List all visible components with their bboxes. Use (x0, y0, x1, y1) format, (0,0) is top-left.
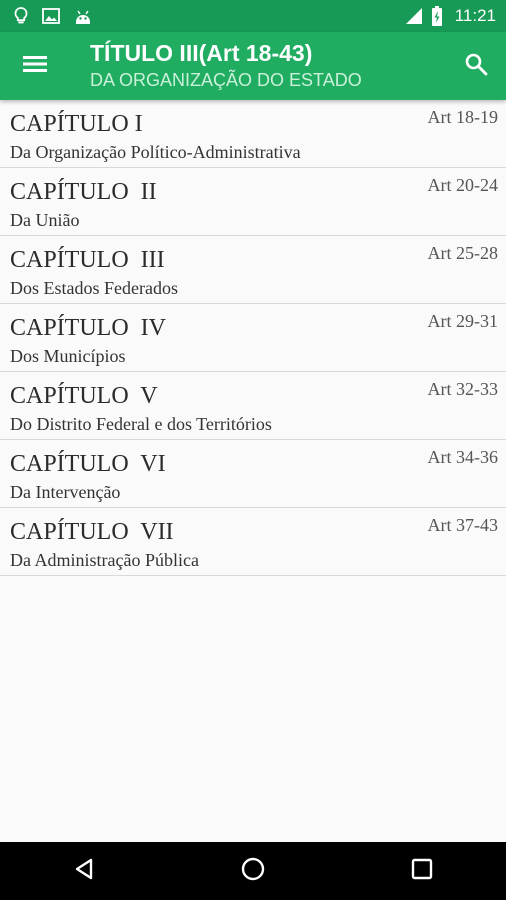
chapter-description: Da Intervenção (10, 482, 121, 502)
search-icon (464, 52, 488, 81)
chapter-item-i[interactable]: CAPÍTULO I Art 18-19 Da Organização Polí… (0, 100, 506, 168)
home-button[interactable] (223, 842, 283, 900)
chapter-title: CAPÍTULO II (10, 179, 157, 205)
chapter-description: Da Organização Político-Administrativa (10, 142, 301, 162)
page-subtitle: DA ORGANIZAÇÃO DO ESTADO (90, 70, 362, 90)
system-nav-bar (0, 842, 506, 900)
status-notification-icons (14, 7, 92, 25)
recents-button[interactable] (392, 842, 452, 900)
chapter-item-iv[interactable]: CAPÍTULO IV Art 29-31 Dos Municípios (0, 304, 506, 372)
title-block: TÍTULO III(Art 18-43) DA ORGANIZAÇÃO DO … (90, 38, 446, 91)
status-time: 11:21 (454, 6, 496, 25)
chapter-description: Do Distrito Federal e dos Territórios (10, 414, 272, 434)
chapter-description: Da União (10, 210, 80, 230)
chapter-description: Dos Estados Federados (10, 278, 178, 298)
chapter-title: CAPÍTULO IV (10, 315, 166, 341)
chapter-title: CAPÍTULO III (10, 247, 165, 273)
chapter-item-vi[interactable]: CAPÍTULO VI Art 34-36 Da Intervenção (0, 440, 506, 508)
chapter-title: CAPÍTULO VI (10, 451, 166, 477)
home-icon (240, 856, 266, 887)
chapter-item-ii[interactable]: CAPÍTULO II Art 20-24 Da União (0, 168, 506, 236)
search-button[interactable] (462, 52, 490, 80)
status-bar: 11:21 (0, 0, 506, 32)
chapter-article-range: Art 29-31 (427, 311, 499, 331)
chapter-article-range: Art 20-24 (427, 175, 499, 195)
chapter-title: CAPÍTULO VII (10, 519, 174, 545)
signal-icon (405, 7, 423, 25)
lightbulb-icon (14, 7, 28, 25)
hamburger-menu-icon (22, 54, 48, 79)
chapter-item-vii[interactable]: CAPÍTULO VII Art 37-43 Da Administração … (0, 508, 506, 576)
chapter-article-range: Art 34-36 (427, 447, 499, 467)
recents-icon (411, 858, 433, 885)
chapter-item-iii[interactable]: CAPÍTULO III Art 25-28 Dos Estados Feder… (0, 236, 506, 304)
android-icon (74, 8, 92, 24)
chapter-description: Dos Municípios (10, 346, 126, 366)
chapter-list: CAPÍTULO I Art 18-19 Da Organização Polí… (0, 100, 506, 576)
chapter-title: CAPÍTULO V (10, 383, 158, 409)
image-icon (42, 8, 60, 24)
back-icon (72, 857, 96, 886)
chapter-description: Da Administração Pública (10, 550, 199, 570)
menu-button[interactable] (20, 52, 50, 80)
status-system-icons: 11:21 (405, 6, 496, 26)
chapter-article-range: Art 37-43 (427, 515, 499, 535)
back-button[interactable] (54, 842, 114, 900)
page-title: TÍTULO III(Art 18-43) (90, 40, 313, 66)
chapter-article-range: Art 32-33 (427, 379, 499, 399)
chapter-title: CAPÍTULO I (10, 111, 143, 137)
chapter-article-range: Art 25-28 (427, 243, 499, 263)
chapter-article-range: Art 18-19 (427, 107, 499, 127)
battery-charging-icon (431, 6, 443, 26)
chapter-item-v[interactable]: CAPÍTULO V Art 32-33 Do Distrito Federal… (0, 372, 506, 440)
app-bar: TÍTULO III(Art 18-43) DA ORGANIZAÇÃO DO … (0, 32, 506, 100)
